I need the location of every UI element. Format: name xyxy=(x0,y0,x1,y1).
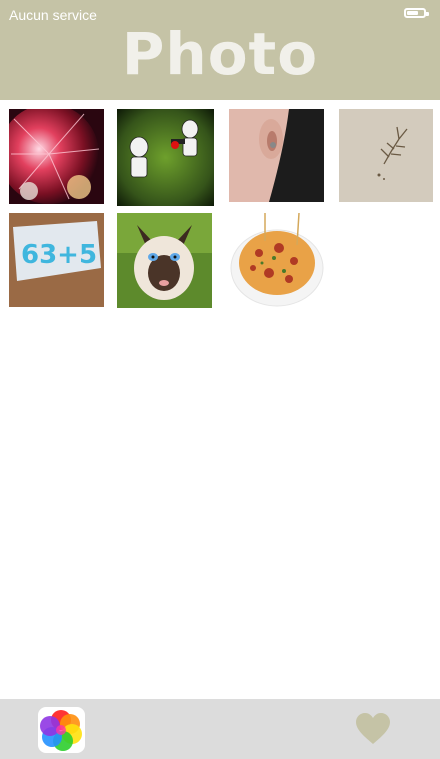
app-header: Aucun service Photo xyxy=(0,0,440,100)
fireworks-image xyxy=(9,109,104,204)
photo-thumbnail-fireworks[interactable] xyxy=(9,109,104,204)
ear-image xyxy=(229,109,324,202)
photo-thumbnail-insect[interactable] xyxy=(339,109,433,202)
page-title: Photo xyxy=(121,20,319,88)
color-wheel-icon[interactable] xyxy=(38,707,85,753)
photo-thumbnail-ear[interactable] xyxy=(229,109,324,202)
insect-image xyxy=(339,109,433,202)
cat-image xyxy=(117,213,212,308)
heart-icon[interactable] xyxy=(355,712,391,746)
photo-thumbnail-stormtroopers[interactable] xyxy=(117,109,214,206)
photo-thumbnail-cat[interactable] xyxy=(117,213,212,308)
pasta-image xyxy=(229,213,326,308)
photo-thumbnail-paper[interactable]: 63+5 xyxy=(9,213,104,307)
stormtroopers-image xyxy=(117,109,214,206)
paper-text: 63+5 xyxy=(21,240,97,270)
battery-icon xyxy=(404,8,429,18)
paper-image: 63+5 xyxy=(9,213,104,307)
photo-thumbnail-pasta[interactable] xyxy=(229,213,326,308)
